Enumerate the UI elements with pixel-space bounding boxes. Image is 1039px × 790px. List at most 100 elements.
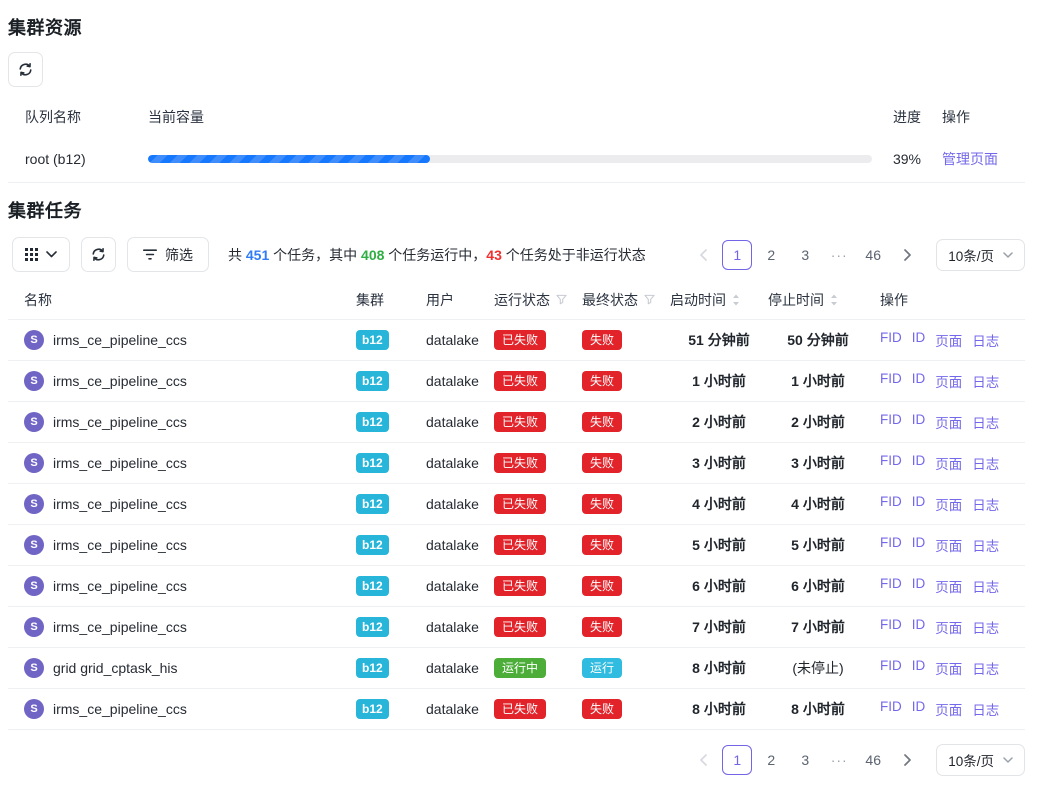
- id-link[interactable]: ID: [912, 371, 926, 391]
- user-name: datalake: [426, 414, 494, 430]
- id-link[interactable]: ID: [912, 453, 926, 473]
- next-page-button[interactable]: [892, 745, 922, 775]
- final-status-badge: 失败: [582, 617, 622, 637]
- page-1-button[interactable]: 1: [722, 240, 752, 270]
- table-row: S irms_ce_pipeline_ccs b12 datalake 已失败 …: [8, 443, 1025, 484]
- stop-time: 6 小时前: [768, 576, 868, 596]
- run-status-badge: 已失败: [494, 535, 546, 555]
- id-link[interactable]: ID: [912, 330, 926, 350]
- id-link[interactable]: ID: [912, 412, 926, 432]
- fid-link[interactable]: FID: [880, 535, 902, 555]
- page-2-button[interactable]: 2: [756, 745, 786, 775]
- fid-link[interactable]: FID: [880, 453, 902, 473]
- filter-button[interactable]: 筛选: [127, 237, 209, 272]
- cluster-badge: b12: [356, 371, 389, 391]
- user-name: datalake: [426, 332, 494, 348]
- log-link[interactable]: 日志: [972, 371, 999, 391]
- table-row: S irms_ce_pipeline_ccs b12 datalake 已失败 …: [8, 320, 1025, 361]
- page-2-button[interactable]: 2: [756, 240, 786, 270]
- id-link[interactable]: ID: [912, 576, 926, 596]
- fid-link[interactable]: FID: [880, 330, 902, 350]
- filter-funnel-icon[interactable]: [556, 294, 567, 305]
- pagination-ellipsis[interactable]: ···: [824, 745, 854, 775]
- manage-page-link[interactable]: 管理页面: [942, 151, 998, 167]
- page-link[interactable]: 页面: [935, 330, 962, 350]
- sort-icon[interactable]: [732, 294, 740, 306]
- log-link[interactable]: 日志: [972, 576, 999, 596]
- avatar: S: [24, 535, 44, 555]
- filter-funnel-icon[interactable]: [644, 294, 655, 305]
- refresh-icon: [18, 62, 33, 77]
- fid-link[interactable]: FID: [880, 412, 902, 432]
- fid-link[interactable]: FID: [880, 658, 902, 678]
- prev-page-button[interactable]: [688, 745, 718, 775]
- log-link[interactable]: 日志: [972, 535, 999, 555]
- fid-link[interactable]: FID: [880, 371, 902, 391]
- cluster-badge: b12: [356, 494, 389, 514]
- user-name: datalake: [426, 701, 494, 717]
- layout-grid-dropdown-button[interactable]: [12, 237, 70, 272]
- refresh-icon: [91, 247, 106, 262]
- page-1-button[interactable]: 1: [722, 745, 752, 775]
- tasks-refresh-button[interactable]: [81, 237, 116, 272]
- log-link[interactable]: 日志: [972, 699, 999, 719]
- table-row: S irms_ce_pipeline_ccs b12 datalake 已失败 …: [8, 361, 1025, 402]
- page-link[interactable]: 页面: [935, 453, 962, 473]
- col-header-name: 名称: [24, 290, 356, 310]
- page-link[interactable]: 页面: [935, 617, 962, 637]
- avatar: S: [24, 453, 44, 473]
- page-link[interactable]: 页面: [935, 699, 962, 719]
- page-46-button[interactable]: 46: [858, 240, 888, 270]
- page-size-select[interactable]: 10条/页: [936, 239, 1025, 271]
- pagination-top: 1 2 3 ··· 46 10条/页: [688, 239, 1025, 271]
- log-link[interactable]: 日志: [972, 453, 999, 473]
- fid-link[interactable]: FID: [880, 494, 902, 514]
- resource-row: root (b12) 39% 管理页面: [8, 135, 1025, 183]
- id-link[interactable]: ID: [912, 535, 926, 555]
- page-3-button[interactable]: 3: [790, 745, 820, 775]
- log-link[interactable]: 日志: [972, 494, 999, 514]
- page-size-select[interactable]: 10条/页: [936, 744, 1025, 776]
- task-name: irms_ce_pipeline_ccs: [53, 537, 187, 553]
- stop-time: 3 小时前: [768, 453, 868, 473]
- page-link[interactable]: 页面: [935, 535, 962, 555]
- log-link[interactable]: 日志: [972, 617, 999, 637]
- id-link[interactable]: ID: [912, 658, 926, 678]
- avatar: S: [24, 576, 44, 596]
- prev-page-button[interactable]: [688, 240, 718, 270]
- table-row: S grid grid_cptask_his b12 datalake 运行中 …: [8, 648, 1025, 689]
- id-link[interactable]: ID: [912, 617, 926, 637]
- log-link[interactable]: 日志: [972, 412, 999, 432]
- fid-link[interactable]: FID: [880, 617, 902, 637]
- page-46-button[interactable]: 46: [858, 745, 888, 775]
- id-link[interactable]: ID: [912, 699, 926, 719]
- page-link[interactable]: 页面: [935, 371, 962, 391]
- run-status-badge: 已失败: [494, 412, 546, 432]
- run-status-badge: 运行中: [494, 658, 546, 678]
- sort-icon[interactable]: [830, 294, 838, 306]
- col-header-queue-name: 队列名称: [25, 107, 148, 127]
- next-page-button[interactable]: [892, 240, 922, 270]
- resources-refresh-button[interactable]: [8, 52, 43, 87]
- page-link[interactable]: 页面: [935, 412, 962, 432]
- tasks-summary: 共 451 个任务，其中 408 个任务运行中，43 个任务处于非运行状态: [228, 245, 646, 265]
- progress-percent: 39%: [872, 151, 942, 167]
- page-3-button[interactable]: 3: [790, 240, 820, 270]
- id-link[interactable]: ID: [912, 494, 926, 514]
- fid-link[interactable]: FID: [880, 699, 902, 719]
- avatar: S: [24, 330, 44, 350]
- start-time: 51 分钟前: [670, 330, 768, 350]
- log-link[interactable]: 日志: [972, 658, 999, 678]
- page-link[interactable]: 页面: [935, 658, 962, 678]
- pagination-ellipsis[interactable]: ···: [824, 240, 854, 270]
- fid-link[interactable]: FID: [880, 576, 902, 596]
- col-header-action: 操作: [942, 107, 1025, 127]
- table-row: S irms_ce_pipeline_ccs b12 datalake 已失败 …: [8, 607, 1025, 648]
- page-link[interactable]: 页面: [935, 494, 962, 514]
- log-link[interactable]: 日志: [972, 330, 999, 350]
- col-header-stop-time: 停止时间: [768, 290, 868, 310]
- page-link[interactable]: 页面: [935, 576, 962, 596]
- user-name: datalake: [426, 373, 494, 389]
- stop-time: 2 小时前: [768, 412, 868, 432]
- table-row: S irms_ce_pipeline_ccs b12 datalake 已失败 …: [8, 566, 1025, 607]
